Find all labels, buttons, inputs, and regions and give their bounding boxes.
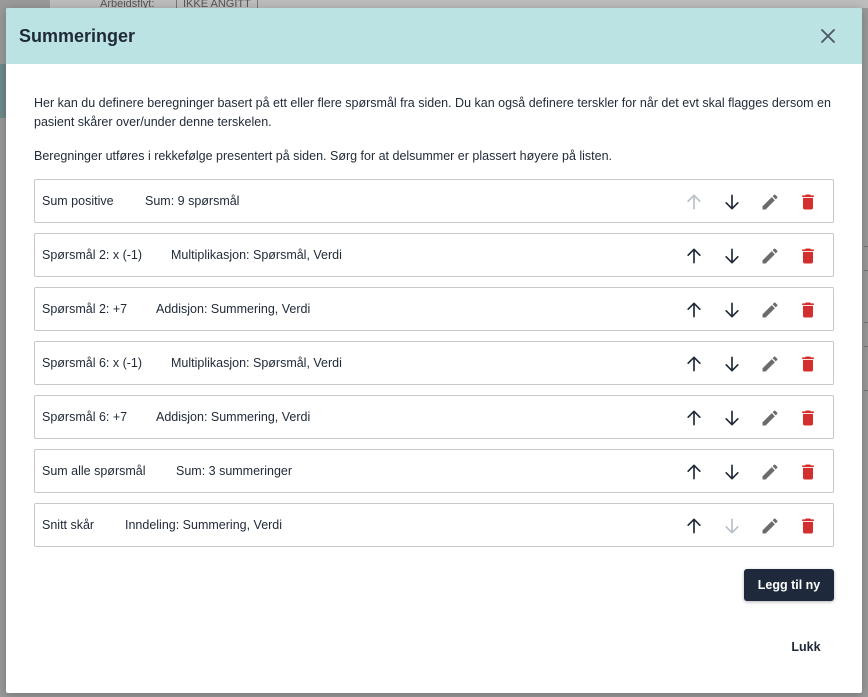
- move-down-button[interactable]: [720, 190, 744, 214]
- calculation-name: Sum positive: [42, 194, 114, 208]
- arrow-up-icon: [687, 302, 701, 318]
- calculation-row: Spørsmål 6: x (-1) Multiplikasjon: Spørsm…: [34, 341, 834, 385]
- trash-icon: [802, 356, 814, 372]
- edit-button[interactable]: [758, 298, 782, 322]
- calculation-row: Spørsmål 6: +7 Addisjon: Summering, Verdi: [34, 395, 834, 439]
- arrow-down-icon: [725, 356, 739, 372]
- close-button[interactable]: Lukk: [776, 634, 836, 660]
- move-down-button[interactable]: [720, 406, 744, 430]
- calculation-row: Spørsmål 2: +7 Addisjon: Summering, Verdi: [34, 287, 834, 331]
- pencil-icon: [762, 248, 778, 264]
- arrow-up-icon: [687, 194, 701, 210]
- pencil-icon: [762, 464, 778, 480]
- calculation-row: Sum positive Sum: 9 spørsmål: [34, 179, 834, 223]
- delete-button[interactable]: [796, 190, 820, 214]
- calculation-operation: Sum: 3 summeringer: [176, 464, 293, 478]
- calculation-operation: Addisjon: Summering, Verdi: [156, 302, 311, 316]
- dialog-header: Summeringer: [6, 8, 862, 64]
- pencil-icon: [762, 302, 778, 318]
- calculation-operation: Addisjon: Summering, Verdi: [156, 410, 311, 424]
- trash-icon: [802, 518, 814, 534]
- move-up-button[interactable]: [682, 460, 706, 484]
- close-icon: [821, 29, 835, 43]
- calculation-name: Spørsmål 2: +7: [42, 302, 128, 316]
- trash-icon: [802, 302, 814, 318]
- edit-button[interactable]: [758, 460, 782, 484]
- trash-icon: [802, 410, 814, 426]
- row-actions: [682, 406, 820, 430]
- move-up-button[interactable]: [682, 514, 706, 538]
- delete-button[interactable]: [796, 352, 820, 376]
- intro-text: Her kan du definere beregninger basert p…: [34, 96, 831, 129]
- calculation-name: Spørsmål 6: +7: [42, 410, 128, 424]
- calculation-row: Sum alle spørsmål Sum: 3 summeringer: [34, 449, 834, 493]
- row-actions: [682, 460, 820, 484]
- arrow-down-icon: [725, 302, 739, 318]
- arrow-down-icon: [725, 194, 739, 210]
- delete-button[interactable]: [796, 244, 820, 268]
- row-actions: [682, 190, 820, 214]
- arrow-up-icon: [687, 356, 701, 372]
- calculation-name: Spørsmål 6: x (-1): [42, 356, 143, 370]
- row-actions: [682, 244, 820, 268]
- calculation-operation: Multiplikasjon: Spørsmål, Verdi: [171, 356, 342, 370]
- delete-button[interactable]: [796, 460, 820, 484]
- delete-button[interactable]: [796, 298, 820, 322]
- move-up-button[interactable]: [682, 298, 706, 322]
- calculation-name: Sum alle spørsmål: [42, 464, 146, 478]
- add-new-button[interactable]: Legg til ny: [744, 569, 834, 601]
- calculation-operation: Sum: 9 spørsmål: [145, 194, 240, 208]
- summeringer-dialog: Summeringer Her kan du definere beregnin…: [6, 8, 862, 693]
- arrow-down-icon: [725, 518, 739, 534]
- pencil-icon: [762, 356, 778, 372]
- arrow-down-icon: [725, 464, 739, 480]
- calculation-operation: Multiplikasjon: Spørsmål, Verdi: [171, 248, 342, 262]
- row-actions: [682, 352, 820, 376]
- calculation-name: Snitt skår: [42, 518, 95, 532]
- pencil-icon: [762, 518, 778, 534]
- arrow-up-icon: [687, 410, 701, 426]
- edit-button[interactable]: [758, 514, 782, 538]
- background-workflow-label: Arbeidsflyt:: [100, 0, 155, 8]
- arrow-down-icon: [725, 248, 739, 264]
- calculation-name: Spørsmål 2: x (-1): [42, 248, 143, 262]
- arrow-up-icon: [687, 518, 701, 534]
- arrow-down-icon: [725, 410, 739, 426]
- move-down-button[interactable]: [720, 514, 744, 538]
- background-toolbar: [50, 0, 868, 8]
- delete-button[interactable]: [796, 514, 820, 538]
- arrow-up-icon: [687, 464, 701, 480]
- delete-button[interactable]: [796, 406, 820, 430]
- dialog-title: Summeringer: [19, 26, 136, 46]
- move-down-button[interactable]: [720, 352, 744, 376]
- calculation-row: Snitt skår Inndeling: Summering, Verdi: [34, 503, 834, 547]
- edit-button[interactable]: [758, 244, 782, 268]
- move-up-button[interactable]: [682, 190, 706, 214]
- close-dialog-button[interactable]: [816, 24, 840, 48]
- move-down-button[interactable]: [720, 460, 744, 484]
- edit-button[interactable]: [758, 406, 782, 430]
- trash-icon: [802, 248, 814, 264]
- order-note-text: Beregninger utføres i rekkefølge present…: [34, 149, 613, 163]
- calculation-list: Sum positive Sum: 9 spørsmål Spørsmål 2: x…: [34, 179, 834, 557]
- move-down-button[interactable]: [720, 298, 744, 322]
- pencil-icon: [762, 410, 778, 426]
- pencil-icon: [762, 194, 778, 210]
- move-up-button[interactable]: [682, 406, 706, 430]
- calculation-operation: Inndeling: Summering, Verdi: [125, 518, 283, 532]
- move-up-button[interactable]: [682, 352, 706, 376]
- arrow-up-icon: [687, 248, 701, 264]
- trash-icon: [802, 464, 814, 480]
- move-down-button[interactable]: [720, 244, 744, 268]
- trash-icon: [802, 194, 814, 210]
- calculation-row: Spørsmål 2: x (-1) Multiplikasjon: Spørsm…: [34, 233, 834, 277]
- background-workflow-value: IKKE ANGITT: [176, 0, 258, 8]
- move-up-button[interactable]: [682, 244, 706, 268]
- row-actions: [682, 514, 820, 538]
- edit-button[interactable]: [758, 190, 782, 214]
- edit-button[interactable]: [758, 352, 782, 376]
- row-actions: [682, 298, 820, 322]
